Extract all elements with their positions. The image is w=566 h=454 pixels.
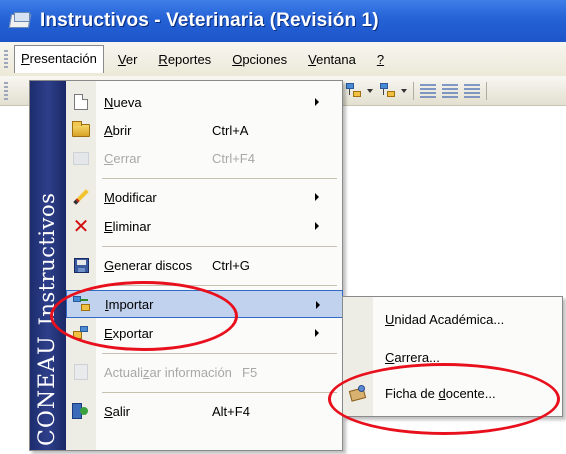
list-view-icon (420, 84, 436, 98)
delete-x-icon: ✕ (72, 214, 90, 238)
menu-separator (102, 353, 337, 354)
menu-opciones-label: pciones (242, 51, 288, 67)
title-bar[interactable]: Instructivos - Veterinaria (Revisión 1) (0, 0, 566, 42)
menu-opciones[interactable]: Opciones (225, 46, 294, 73)
menu-item-nueva[interactable]: Nueva (66, 88, 343, 116)
submenu-item-label: Unidad Académica... (385, 311, 505, 327)
menu-item-label: Cerrar (104, 150, 141, 166)
pencil-icon (66, 183, 96, 211)
menu-item-shortcut: Ctrl+A (212, 122, 249, 138)
menu-item-shortcut: Ctrl+F4 (212, 150, 255, 166)
open-folder-icon (66, 116, 96, 144)
toolbar-list-button-3[interactable] (464, 82, 480, 100)
menu-bar: Presentación Ver Reportes Opciones Venta… (0, 42, 566, 76)
menu-item-label: Abrir (104, 122, 132, 138)
submenu-arrow-icon (315, 222, 319, 230)
menu-item-shortcut: Ctrl+G (212, 257, 250, 273)
menu-reportes[interactable]: Reportes (151, 46, 218, 73)
menu-item-cerrar: Cerrar Ctrl+F4 (66, 144, 343, 172)
menu-presentacion[interactable]: Presentación (14, 45, 104, 73)
menu-item-label: Generar discos (104, 257, 193, 273)
menu-item-label: Modificar (104, 189, 157, 205)
toolbar-separator (413, 82, 414, 100)
menu-item-label: Nueva (104, 94, 142, 110)
exit-door-icon (66, 397, 96, 425)
menu-ventana[interactable]: Ventana (301, 46, 363, 73)
submenu-arrow-icon (316, 301, 320, 309)
menu-ver[interactable]: Ver (111, 46, 145, 73)
menu-item-generar-discos[interactable]: Generar discos Ctrl+G (66, 251, 343, 279)
window-title: Instructivos - Veterinaria (Revisión 1) (40, 10, 379, 31)
menu-help-label: ? (376, 51, 385, 67)
toolbar-separator (486, 82, 487, 100)
menubar-grip-icon[interactable] (4, 50, 8, 68)
menu-separator (102, 392, 337, 393)
menu-ver-mnemonic: V (117, 51, 126, 67)
chevron-down-icon (367, 89, 373, 93)
annotation-ellipse-ficha-docente (328, 363, 560, 435)
toolbar-list-button-1[interactable] (420, 82, 436, 100)
menu-item-salir[interactable]: Salir Alt+F4 (66, 397, 343, 425)
menu-presentacion-mnemonic: P (21, 51, 30, 66)
coneau-banner: CONEAUInstructivos (30, 81, 66, 450)
menu-item-shortcut: F5 (242, 364, 258, 380)
menu-reportes-label: eportes (167, 51, 212, 67)
menu-ver-label: er (125, 51, 138, 67)
toolbar-flow-dropdown-1[interactable] (346, 82, 373, 100)
menu-item-modificar[interactable]: Modificar (66, 183, 343, 211)
flowchart-icon (380, 83, 398, 99)
submenu-arrow-icon (315, 193, 319, 201)
menu-help[interactable]: ? (370, 46, 391, 73)
toolbar-grip-icon[interactable] (4, 82, 8, 100)
toolbar-flow-dropdown-2[interactable] (380, 82, 407, 100)
menu-item-label: Eliminar (104, 218, 151, 234)
flowchart-icon (346, 83, 364, 99)
app-icon (8, 12, 32, 30)
menu-separator (102, 178, 337, 179)
menu-item-label: Actualizar información (104, 364, 232, 380)
menu-reportes-mnemonic: R (158, 51, 168, 67)
annotation-ellipse-importar (50, 281, 238, 351)
close-document-icon (66, 144, 96, 172)
menu-ventana-mnemonic: V (308, 51, 317, 67)
banner-org: CONEAU (35, 335, 60, 446)
floppy-disk-icon (66, 251, 96, 279)
menu-item-label: Salir (104, 403, 131, 419)
banner-text: CONEAUInstructivos (35, 86, 60, 446)
menu-presentacion-label: resentación (29, 51, 97, 66)
menu-item-shortcut: Alt+F4 (212, 403, 250, 419)
menu-opciones-mnemonic: O (232, 51, 243, 67)
submenu-arrow-icon (315, 98, 319, 106)
columns-icon (464, 84, 480, 98)
toolbar-list-button-2[interactable] (442, 82, 458, 100)
menu-item-actualizar-informacion: Actualizar información F5 (66, 358, 343, 386)
chevron-down-icon (401, 89, 407, 93)
menu-separator (102, 246, 337, 247)
update-icon (66, 358, 96, 386)
submenu-item-unidad-academica[interactable]: Unidad Académica... (343, 303, 562, 335)
menu-ventana-label: entana (316, 51, 356, 67)
presentacion-dropdown: CONEAUInstructivos Nueva Abrir Ctrl+A Ce… (29, 80, 343, 451)
bulleted-list-icon (442, 84, 458, 98)
submenu-arrow-icon (315, 329, 319, 337)
menu-item-abrir[interactable]: Abrir Ctrl+A (66, 116, 343, 144)
menu-item-eliminar[interactable]: ✕ Eliminar (66, 212, 343, 240)
new-document-icon (66, 88, 96, 116)
